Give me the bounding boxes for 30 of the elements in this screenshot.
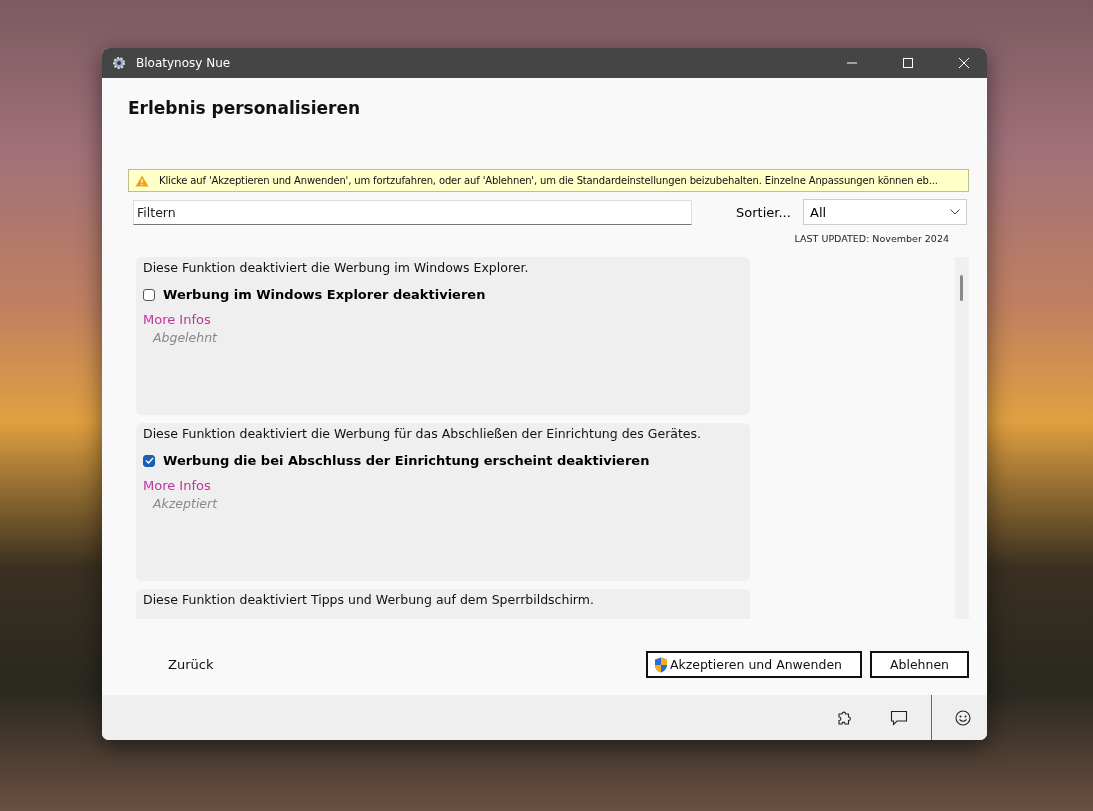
warning-text: Klicke auf 'Akzeptieren und Anwenden', um fortzufahren, oder auf 'Ablehnen', um die Standardeinstellungen beizubehalten. Einzelne Anpassungen können eb... <box>159 175 938 186</box>
window-title: Bloatynosy Nue <box>136 56 231 70</box>
page-heading: Erlebnis personalisieren <box>128 98 362 118</box>
filter-field[interactable]: Filtern <box>133 199 692 225</box>
feature-checkbox[interactable]: Werbung im Windows Explorer deaktivieren <box>143 287 744 302</box>
chat-icon[interactable] <box>890 709 908 726</box>
gear-icon <box>112 56 126 70</box>
close-icon[interactable] <box>959 58 969 68</box>
sort-dropdown[interactable]: All <box>803 199 967 225</box>
more-infos-link[interactable]: More Infos <box>143 312 744 327</box>
back-button[interactable]: Zurück <box>168 657 214 672</box>
decline-button[interactable]: Ablehnen <box>870 651 969 678</box>
accept-button[interactable]: Akzeptieren und Anwenden <box>645 651 862 678</box>
last-updated-text: LAST UPDATED: November 2024 <box>794 233 949 244</box>
sort-label: Sortier... <box>736 204 792 220</box>
smiley-icon[interactable] <box>955 709 971 726</box>
scrollbar[interactable] <box>955 257 969 619</box>
feature-description: Diese Funktion deaktiviert Tipps und Werbung auf dem Sperrbildschirm. <box>143 592 595 607</box>
chevron-down-icon <box>950 209 960 215</box>
puzzle-icon[interactable] <box>836 709 852 726</box>
feature-description: Diese Funktion deaktiviert die Werbung im Windows Explorer. <box>143 260 530 275</box>
status-text: Akzeptiert <box>153 496 219 511</box>
feature-description: Diese Funktion deaktiviert die Werbung für das Abschließen der Einrichtung des Gerätes. <box>143 426 703 441</box>
checkmark-icon <box>144 457 154 464</box>
feature-checkbox[interactable]: Werbung die bei Abschluss der Einrichtung erscheint deaktivieren <box>143 453 744 468</box>
shield-icon <box>653 656 668 673</box>
more-infos-link[interactable]: More Infos <box>143 478 744 493</box>
warning-icon <box>135 174 149 187</box>
status-text: Abgelehnt <box>153 330 219 345</box>
maximize-icon[interactable] <box>903 58 913 68</box>
